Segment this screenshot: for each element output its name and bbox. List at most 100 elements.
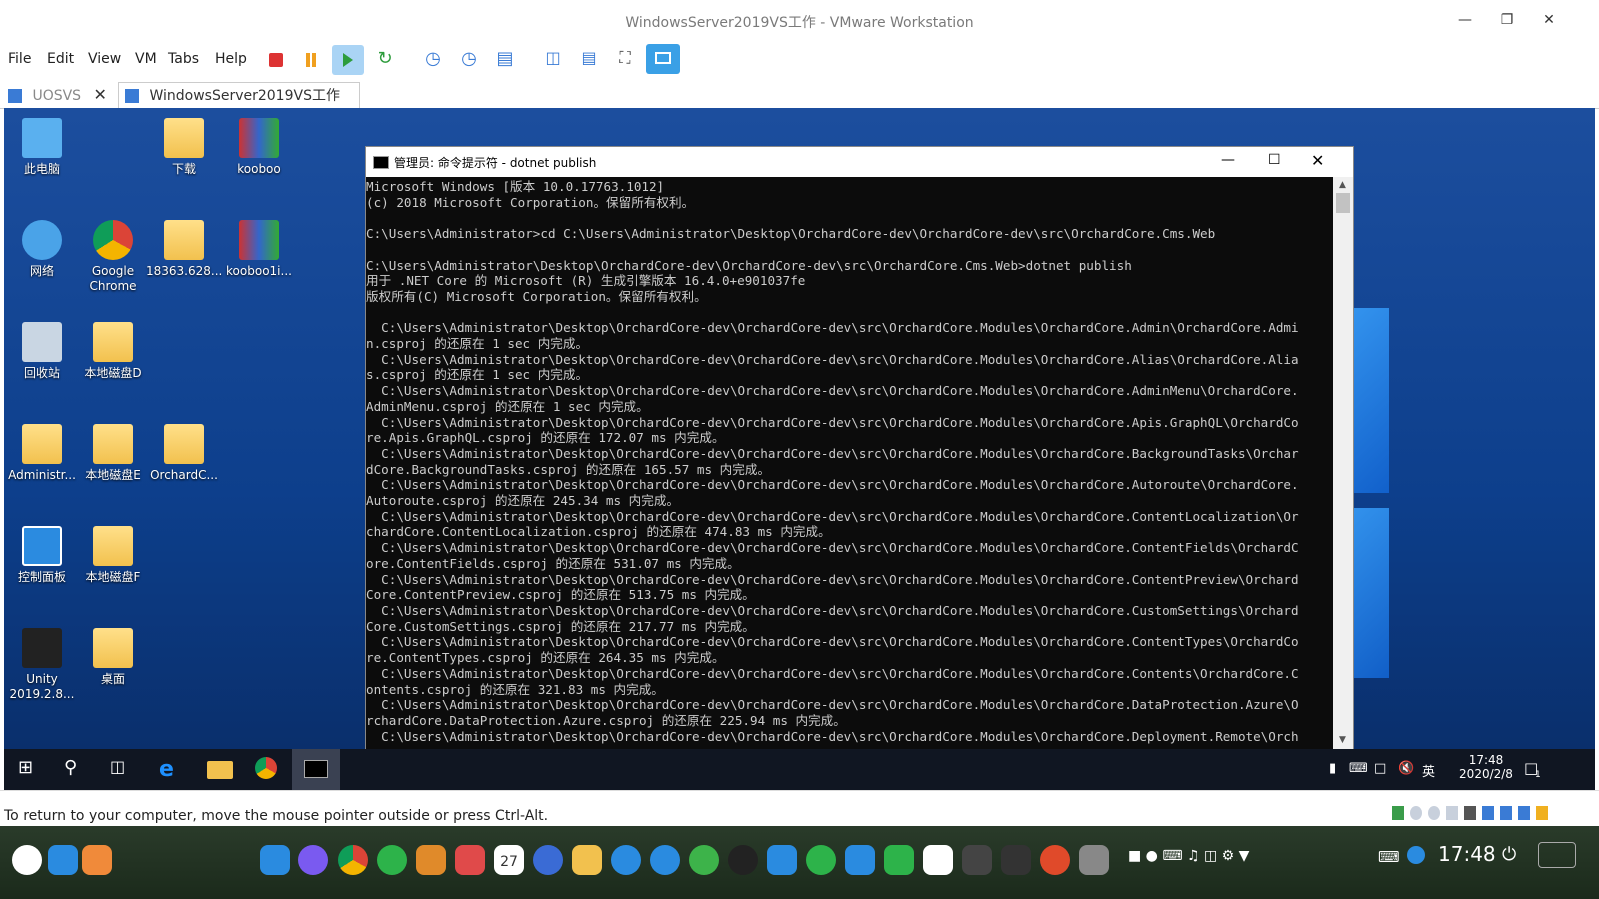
cmd-minimize-button[interactable]: — <box>1221 152 1235 168</box>
screenshot-icon[interactable] <box>962 845 992 875</box>
sidebar-toggle-icon[interactable]: ◫ <box>540 48 566 72</box>
calendar-icon[interactable]: 27 <box>494 845 524 875</box>
sound-card-icon[interactable] <box>1518 806 1530 820</box>
restart-icon[interactable]: ↻ <box>372 48 398 72</box>
search-app-icon[interactable] <box>650 845 680 875</box>
desktop-icon-kooboo[interactable]: kooboo <box>221 118 297 177</box>
video-icon[interactable] <box>455 845 485 875</box>
snapshot-icon[interactable]: ◷ <box>420 48 446 72</box>
desktop-icon-control-panel[interactable]: 控制面板 <box>4 526 80 585</box>
power-menu-icon[interactable]: ⏻ <box>1502 844 1516 865</box>
maximize-button[interactable]: ❐ <box>1492 6 1522 34</box>
menu-tabs[interactable]: Tabs <box>168 51 199 67</box>
file-explorer-icon[interactable] <box>207 761 233 779</box>
usb-device-icon[interactable] <box>1482 806 1494 820</box>
notes-icon[interactable] <box>572 845 602 875</box>
dock-keyboard-icon[interactable]: ⌨ <box>1378 848 1400 866</box>
network-tray-icon[interactable]: □ <box>1374 761 1386 776</box>
pause-icon[interactable] <box>298 48 324 72</box>
hdd-icon[interactable] <box>1392 806 1404 820</box>
cd-icon[interactable] <box>1428 806 1440 820</box>
power-icon[interactable] <box>264 48 290 72</box>
usb-device-icon[interactable] <box>1500 806 1512 820</box>
scroll-thumb[interactable] <box>1336 193 1350 213</box>
cmd-scrollbar[interactable]: ▲ ▼ <box>1333 177 1353 751</box>
desktop-icon-unity[interactable]: Unity 2019.2.8... <box>4 628 80 702</box>
desktop-icon-computer[interactable]: 此电脑 <box>4 118 80 177</box>
close-button[interactable]: ✕ <box>1534 6 1564 34</box>
wechat-icon[interactable] <box>689 845 719 875</box>
globe-icon[interactable] <box>1407 846 1425 864</box>
revert-snapshot-icon[interactable]: ◷ <box>456 48 482 72</box>
desktop-icon-folder-18363[interactable]: 18363.628... <box>146 220 222 279</box>
desktop-icon-administrator[interactable]: Administr... <box>4 424 80 483</box>
menu-edit[interactable]: Edit <box>47 51 74 67</box>
music-icon[interactable] <box>416 845 446 875</box>
network-adapter-icon[interactable] <box>1464 806 1476 820</box>
qq-icon[interactable] <box>728 845 758 875</box>
console-output[interactable]: Microsoft Windows [版本 10.0.17763.1012] (… <box>366 177 1333 751</box>
settings-icon[interactable] <box>533 845 563 875</box>
menu-view[interactable]: View <box>88 51 121 67</box>
cmd-maximize-button[interactable]: ☐ <box>1268 152 1281 168</box>
search-icon[interactable]: ⚲ <box>64 757 90 781</box>
desktop-icon-orchardcore[interactable]: OrchardC... <box>146 424 222 483</box>
cmd-taskbar-button[interactable] <box>292 749 340 790</box>
desktop-icon-disk-e[interactable]: 本地磁盘E <box>75 424 151 483</box>
baidu-netdisk-icon[interactable] <box>923 845 953 875</box>
desktop-icon-chrome[interactable]: Google Chrome <box>75 220 151 294</box>
task-view-icon[interactable]: ◫ <box>110 757 136 781</box>
netease-music-icon[interactable] <box>1040 845 1070 875</box>
volume-muted-icon[interactable]: 🔇 <box>1398 761 1414 776</box>
chrome-dock-icon[interactable] <box>338 845 368 875</box>
desktop-icon-network[interactable]: 网络 <box>4 220 80 279</box>
play-icon[interactable] <box>332 45 364 75</box>
fullscreen-icon[interactable]: ⛶ <box>612 48 638 72</box>
menu-file[interactable]: File <box>8 51 31 67</box>
keyboard-icon[interactable]: ⌨ <box>1349 761 1368 776</box>
desktop-icon-desktop-folder[interactable]: 桌面 <box>75 628 151 687</box>
app-store-icon[interactable] <box>82 845 112 875</box>
multitask-view-icon[interactable] <box>48 845 78 875</box>
snapshot-manager-icon[interactable]: ▤ <box>492 48 518 72</box>
launcher-icon[interactable] <box>12 845 42 875</box>
upwork-icon[interactable] <box>884 845 914 875</box>
unity-mode-icon[interactable] <box>646 44 680 74</box>
usb-icon[interactable]: ▮ <box>1329 761 1336 776</box>
floppy-icon[interactable] <box>1446 806 1458 820</box>
show-desktop-button[interactable] <box>1538 842 1576 868</box>
mi-icon[interactable] <box>806 845 836 875</box>
thumbnail-bar-icon[interactable]: ▤ <box>576 48 602 72</box>
file-manager-icon[interactable] <box>260 845 290 875</box>
desktop-icon-koobooli[interactable]: kooboo1i... <box>221 220 297 279</box>
menu-vm[interactable]: VM <box>135 51 157 67</box>
host-clock[interactable]: 17:48 <box>1438 842 1496 866</box>
ie-icon[interactable]: e <box>159 757 185 782</box>
cmd-titlebar[interactable]: 管理员: 命令提示符 - dotnet publish — ☐ ✕ <box>366 147 1353 177</box>
browser-icon[interactable] <box>298 845 328 875</box>
desktop-icon-disk-d[interactable]: 本地磁盘D <box>75 322 151 381</box>
cmd-window[interactable]: 管理员: 命令提示符 - dotnet publish — ☐ ✕ Micros… <box>365 146 1354 752</box>
message-log-icon[interactable] <box>1536 806 1548 820</box>
tab-uosvs[interactable]: UOSVS ✕ <box>8 82 108 108</box>
camera-icon[interactable] <box>1079 845 1109 875</box>
feishu-icon[interactable] <box>845 845 875 875</box>
desktop-icon-recycle-bin[interactable]: 回收站 <box>4 322 80 381</box>
desktop-icon-downloads[interactable]: 下载 <box>146 118 222 177</box>
chrome-taskbar-icon[interactable] <box>255 757 277 779</box>
vpn-icon[interactable] <box>1001 845 1031 875</box>
cmd-close-button[interactable]: ✕ <box>1311 151 1324 170</box>
start-icon[interactable]: ⊞ <box>18 757 44 781</box>
scroll-up-icon[interactable]: ▲ <box>1339 180 1346 190</box>
minimize-button[interactable]: — <box>1450 6 1480 34</box>
ime-indicator[interactable]: 英 <box>1422 761 1435 780</box>
cd-icon[interactable] <box>1410 806 1422 820</box>
chat-icon[interactable] <box>611 845 641 875</box>
tab-windowsserver[interactable]: WindowsServer2019VS工作 ✕ <box>118 82 360 131</box>
tab-close-icon[interactable]: ✕ <box>94 85 107 104</box>
clock[interactable]: 17:48 2020/2/8 <box>1456 753 1516 781</box>
scroll-down-icon[interactable]: ▼ <box>1339 735 1346 745</box>
edge-icon[interactable] <box>377 845 407 875</box>
menu-help[interactable]: Help <box>215 51 247 67</box>
desktop-icon-disk-f[interactable]: 本地磁盘F <box>75 526 151 585</box>
